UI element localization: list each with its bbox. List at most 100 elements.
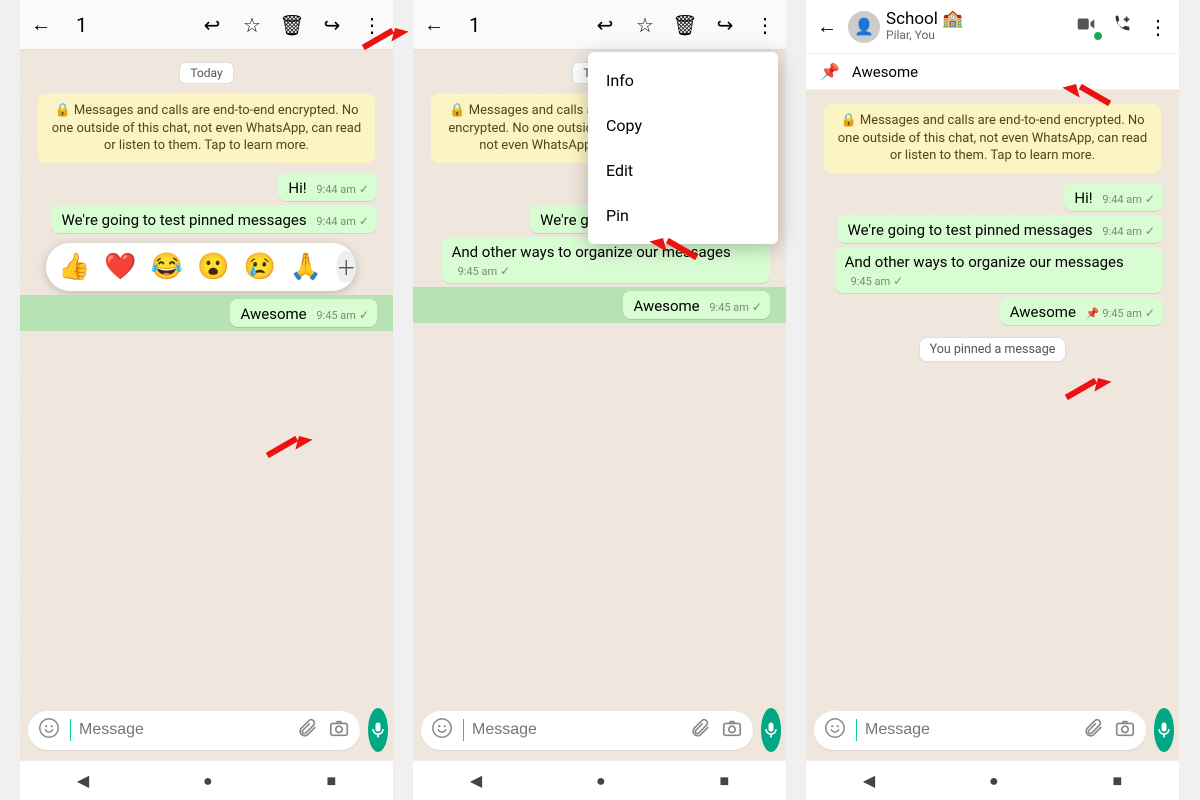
message-meta: 9:44 am✓ [316, 214, 369, 228]
delete-icon[interactable]: 🗑 [277, 13, 307, 37]
reaction-sad[interactable]: 😢 [244, 252, 276, 282]
reaction-laugh[interactable]: 😂 [151, 252, 183, 282]
back-icon[interactable]: ← [26, 12, 56, 37]
call-add-icon[interactable] [1107, 13, 1137, 40]
message-bubble[interactable]: Awesome 9:45 am✓ [623, 291, 770, 319]
menu-copy[interactable]: Copy [588, 103, 778, 148]
camera-icon[interactable] [721, 717, 743, 744]
message-text: Hi! [288, 179, 306, 197]
emoji-icon[interactable] [824, 717, 846, 744]
chat-title: School 🏫 [886, 10, 1065, 30]
reaction-pray[interactable]: 🙏 [290, 252, 322, 282]
text-cursor [70, 719, 71, 741]
message-meta: 9:45 am✓ [316, 308, 369, 322]
pin-icon: 📌 [1086, 307, 1100, 320]
message-meta: 9:44 am✓ [1102, 224, 1155, 238]
forward-icon[interactable]: ↪ [710, 13, 740, 37]
message-input[interactable] [79, 721, 286, 739]
selected-message-row[interactable]: Awesome 9:45 am✓ [413, 287, 786, 323]
tick-icon: ✓ [359, 182, 369, 196]
chat-header[interactable]: ← 👤 School 🏫 Pilar, You ⋮ [806, 0, 1179, 54]
selection-toolbar: ← 1 ↩ ☆ 🗑 ↪ ⋮ [20, 0, 393, 50]
message-bubble[interactable]: Awesome 📌9:45 am✓ [1000, 297, 1163, 325]
menu-edit[interactable]: Edit [588, 148, 778, 193]
chat-area[interactable]: Today 🔒 Messages and calls are end-to-en… [20, 50, 393, 700]
input-bar [806, 700, 1179, 760]
message-bubble[interactable]: Hi! 9:44 am✓ [278, 173, 377, 201]
emoji-icon[interactable] [38, 717, 60, 744]
camera-icon[interactable] [1114, 717, 1136, 744]
tick-icon: ✓ [359, 308, 369, 322]
message-text: We're going to test pinned messages [847, 221, 1092, 239]
message-text: We're going to test pinned messages [61, 211, 306, 229]
camera-icon[interactable] [328, 717, 350, 744]
chat-area[interactable]: 🔒 Messages and calls are end-to-end encr… [806, 90, 1179, 700]
message-input[interactable] [472, 721, 679, 739]
overflow-icon[interactable]: ⋮ [357, 13, 387, 37]
message-input-wrap[interactable] [814, 711, 1146, 750]
message-meta: 9:45 am✓ [709, 300, 762, 314]
nav-recents-icon[interactable]: ■ [1112, 771, 1122, 791]
pinned-bar[interactable]: 📌 Awesome [806, 54, 1179, 90]
tick-icon: ✓ [893, 274, 903, 288]
message-bubble[interactable]: Awesome 9:45 am✓ [230, 299, 377, 327]
nav-recents-icon[interactable]: ■ [326, 771, 336, 791]
menu-info[interactable]: Info [588, 58, 778, 103]
delete-icon[interactable]: 🗑 [670, 13, 700, 37]
encryption-notice[interactable]: 🔒 Messages and calls are end-to-end encr… [824, 104, 1161, 173]
tick-icon: ✓ [752, 300, 762, 314]
overflow-icon[interactable]: ⋮ [1143, 15, 1173, 39]
input-bar [20, 700, 393, 760]
encryption-notice[interactable]: 🔒 Messages and calls are end-to-end encr… [38, 94, 375, 163]
reaction-thumbs-up[interactable]: 👍 [58, 252, 90, 282]
tick-icon: ✓ [1145, 306, 1155, 320]
message-input-wrap[interactable] [421, 711, 753, 750]
nav-back-icon[interactable]: ◀ [863, 771, 875, 790]
mic-button[interactable] [761, 708, 781, 752]
emoji-icon[interactable] [431, 717, 453, 744]
message-bubble[interactable]: We're going to test pinned messages 9:44… [51, 205, 377, 233]
input-bar [413, 700, 786, 760]
nav-back-icon[interactable]: ◀ [77, 771, 89, 790]
text-cursor [463, 719, 464, 741]
video-call-icon[interactable] [1071, 13, 1101, 40]
overflow-icon[interactable]: ⋮ [750, 13, 780, 37]
attach-icon[interactable] [296, 717, 318, 744]
panel-1: ← 1 ↩ ☆ 🗑 ↪ ⋮ Today 🔒 Messages and calls… [20, 0, 393, 800]
nav-home-icon[interactable]: ● [596, 771, 606, 791]
message-text: Awesome [240, 305, 306, 323]
star-icon[interactable]: ☆ [237, 13, 267, 37]
chat-title-block[interactable]: School 🏫 Pilar, You [886, 10, 1065, 43]
back-icon[interactable]: ← [419, 12, 449, 37]
attach-icon[interactable] [1082, 717, 1104, 744]
reaction-add-icon[interactable]: ＋ [336, 251, 356, 283]
nav-home-icon[interactable]: ● [203, 771, 213, 791]
reaction-wow[interactable]: 😮 [197, 252, 229, 282]
nav-home-icon[interactable]: ● [989, 771, 999, 791]
avatar[interactable]: 👤 [848, 11, 880, 43]
nav-back-icon[interactable]: ◀ [470, 771, 482, 790]
attach-icon[interactable] [689, 717, 711, 744]
message-bubble[interactable]: Hi! 9:44 am✓ [1064, 183, 1163, 211]
reply-icon[interactable]: ↩ [590, 13, 620, 37]
message-input[interactable] [865, 721, 1072, 739]
mic-button[interactable] [368, 708, 388, 752]
menu-pin[interactable]: Pin [588, 193, 778, 238]
message-bubble[interactable]: We're going to test pinned messages 9:44… [837, 215, 1163, 243]
nav-recents-icon[interactable]: ■ [719, 771, 729, 791]
forward-icon[interactable]: ↪ [317, 13, 347, 37]
reaction-bar[interactable]: 👍 ❤️ 😂 😮 😢 🙏 ＋ [46, 243, 356, 291]
message-meta: 9:44 am✓ [1102, 192, 1155, 206]
pin-icon: 📌 [820, 62, 840, 81]
selected-message-row[interactable]: Awesome 9:45 am✓ [20, 295, 393, 331]
mic-button[interactable] [1154, 708, 1174, 752]
message-text: And other ways to organize our messages [845, 253, 1124, 271]
reaction-heart[interactable]: ❤️ [104, 252, 136, 282]
star-icon[interactable]: ☆ [630, 13, 660, 37]
message-bubble[interactable]: And other ways to organize our messages … [835, 247, 1163, 293]
panel-2: ← 1 ↩ ☆ 🗑 ↪ ⋮ Today 🔒 Messages and calls… [413, 0, 786, 800]
message-input-wrap[interactable] [28, 711, 360, 750]
back-icon[interactable]: ← [812, 14, 842, 39]
message-meta: 📌9:45 am✓ [1086, 306, 1155, 320]
reply-icon[interactable]: ↩ [197, 13, 227, 37]
